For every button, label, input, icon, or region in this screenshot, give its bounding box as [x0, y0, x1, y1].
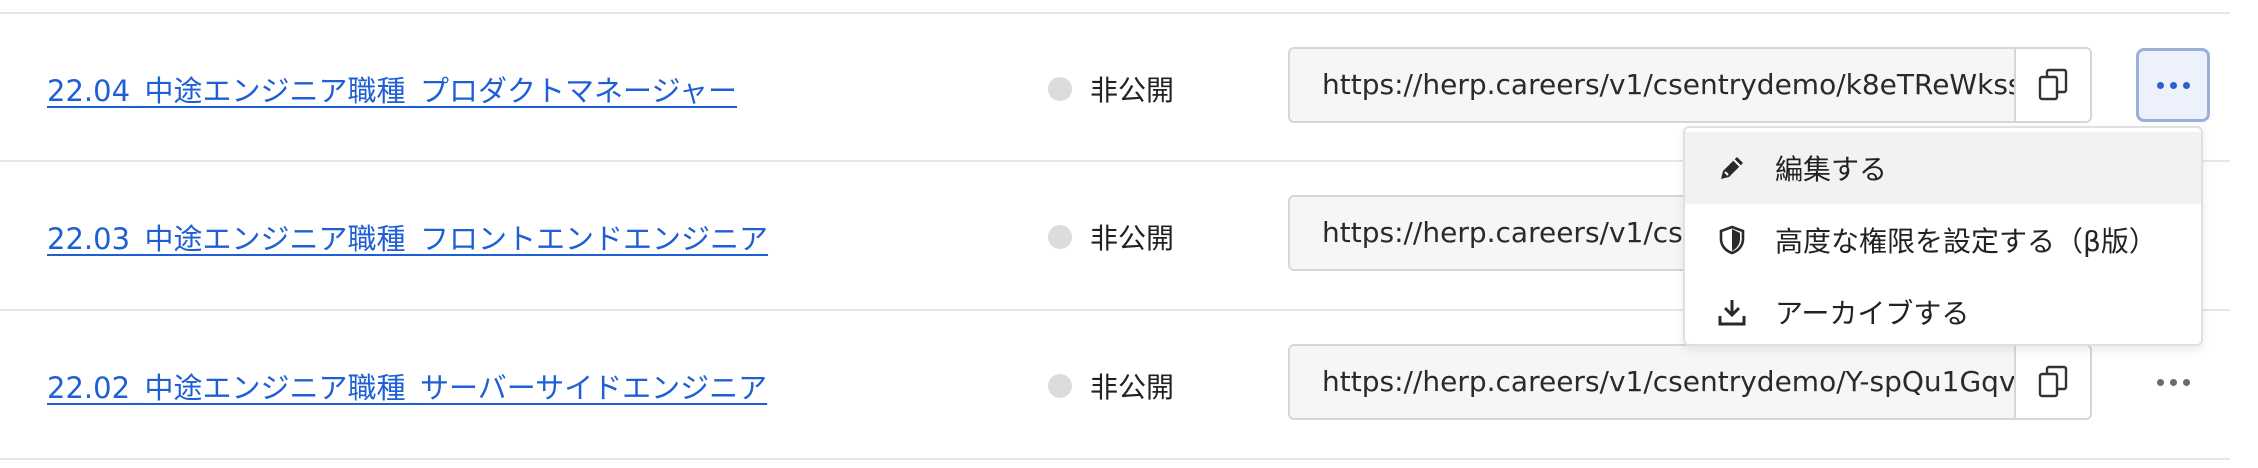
status-label: 非公開 — [1090, 74, 1175, 107]
url-field[interactable]: https://herp.careers/v1/csentrydemo/Y-sp… — [1288, 344, 2092, 420]
url-field[interactable]: https://herp.careers/v1/csentrydemo/k8eT… — [1288, 47, 2092, 123]
status-indicator: 非公開 — [1048, 217, 1174, 257]
menu-item-label: アーカイブする — [1775, 297, 1970, 330]
url-text: https://herp.careers/v1/csentrydemo/Y-sp… — [1322, 365, 2014, 398]
ellipsis-icon — [2156, 378, 2190, 386]
status-label: 非公開 — [1090, 222, 1175, 255]
copy-icon — [2038, 68, 2068, 101]
status-indicator: 非公開 — [1048, 366, 1174, 406]
menu-item-label: 高度な権限を設定する（β版） — [1775, 225, 2157, 258]
job-title-link[interactable]: 22.04_中途エンジニア職種_プロダクトマネージャー — [47, 68, 737, 110]
more-actions-button[interactable] — [2136, 345, 2210, 419]
status-indicator: 非公開 — [1048, 69, 1174, 109]
copy-button[interactable] — [2014, 346, 2090, 418]
status-dot — [1048, 225, 1072, 249]
actions-dropdown-menu: 編集する 高度な権限を設定する（β版） アーカイブする — [1683, 126, 2203, 346]
shield-icon — [1715, 223, 1749, 257]
archive-download-icon — [1715, 295, 1749, 329]
ellipsis-icon — [2156, 81, 2190, 89]
menu-item-permissions[interactable]: 高度な権限を設定する（β版） — [1685, 204, 2201, 276]
status-dot — [1048, 77, 1072, 101]
status-label: 非公開 — [1090, 371, 1175, 404]
status-dot — [1048, 374, 1072, 398]
menu-item-edit[interactable]: 編集する — [1685, 132, 2201, 204]
more-actions-button[interactable] — [2136, 48, 2210, 122]
pencil-icon — [1715, 151, 1749, 185]
copy-icon — [2038, 365, 2068, 398]
copy-button[interactable] — [2014, 49, 2090, 121]
job-title-link[interactable]: 22.02_中途エンジニア職種_サーバーサイドエンジニア — [47, 365, 767, 407]
menu-item-label: 編集する — [1775, 153, 1888, 186]
job-title-link[interactable]: 22.03_中途エンジニア職種_フロントエンドエンジニア — [47, 216, 768, 258]
menu-item-archive[interactable]: アーカイブする — [1685, 276, 2201, 348]
url-text: https://herp.careers/v1/csentrydemo/k8eT… — [1322, 68, 2014, 101]
